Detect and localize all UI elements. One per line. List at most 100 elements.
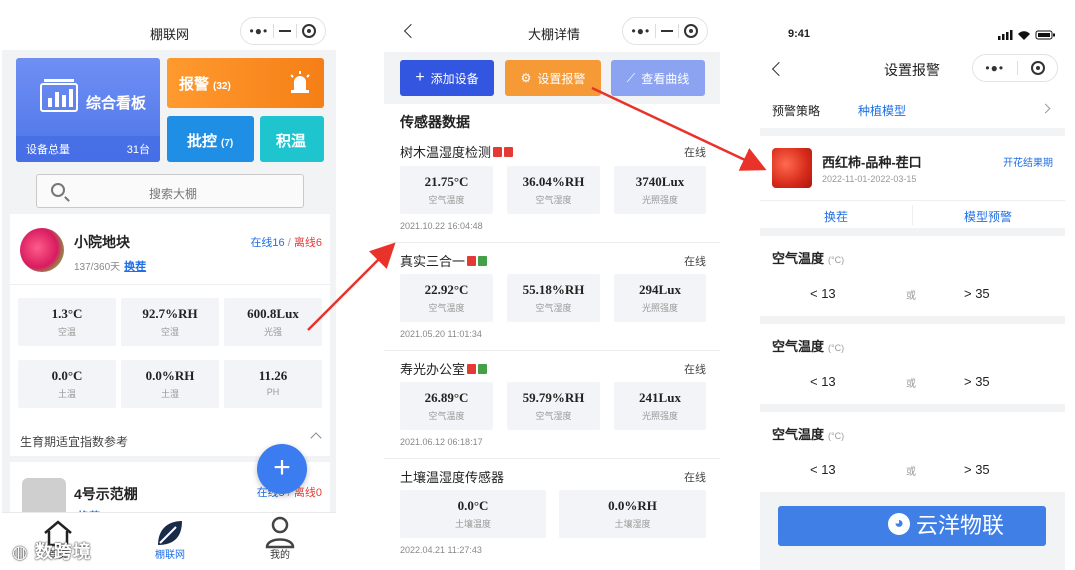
metric-air-temp: 21.75°C 空气温度: [400, 166, 493, 214]
metric-air-humidity: 92.7%RH 空湿: [121, 298, 219, 346]
threshold-title: 空气温度 (°C): [772, 427, 845, 442]
device-total-value: 31台: [126, 144, 150, 156]
growth-stage: 开花结果期: [1003, 158, 1053, 169]
change-crop-button[interactable]: 换茬: [824, 208, 848, 225]
more-icon[interactable]: •●•: [632, 24, 651, 38]
close-target-icon[interactable]: [684, 24, 699, 38]
alarm-count: (32): [213, 81, 231, 92]
model-alarm-button[interactable]: 模型预警: [964, 208, 1012, 225]
crop-actions: 换茬 模型预警: [760, 200, 1065, 228]
plus-icon: +: [415, 69, 425, 86]
change-crop-link[interactable]: 换茬: [124, 261, 146, 273]
or-label: 或: [906, 467, 916, 478]
crop-card: 西红柿-品种-茬口 2022-11-01-2022-03-15 开花结果期 换茬…: [760, 136, 1065, 228]
signal-badge-icon: [467, 255, 477, 266]
device-total: 设备总量 31台: [16, 136, 160, 162]
mini-program-capsule: •●•: [972, 54, 1058, 82]
device-name[interactable]: 土壤温湿度传感器: [400, 467, 504, 486]
title-bar: 9:41 设置报警 •●•: [760, 0, 1065, 92]
mini-program-capsule: •●•: [622, 17, 708, 45]
batch-control-tile[interactable]: 批控 (7): [167, 116, 254, 162]
tab-shed-network-label: 棚联网: [155, 550, 185, 561]
wechat-icon: ◕: [888, 513, 910, 535]
search-placeholder: 搜索大棚: [149, 187, 198, 201]
min-threshold[interactable]: < 13: [810, 374, 836, 389]
search-input[interactable]: 搜索大棚: [36, 174, 304, 208]
device-timestamp: 2021.10.22 16:04:48: [400, 221, 483, 231]
status-time: 9:41: [788, 28, 811, 40]
dragonfruit-image: [20, 228, 64, 272]
metric-air-humidity: 55.18%RH 空气湿度: [507, 274, 600, 322]
alert-badge-icon: [504, 146, 514, 157]
view-curve-button[interactable]: ⟋ 查看曲线: [611, 60, 705, 96]
page-title: 棚联网: [150, 27, 190, 42]
close-target-icon[interactable]: [1030, 61, 1045, 75]
device-name[interactable]: 寿光办公室: [400, 359, 488, 378]
more-icon[interactable]: •●•: [250, 24, 269, 38]
alarm-light-icon: [290, 71, 310, 93]
accumulated-temp-tile[interactable]: 积温: [260, 116, 324, 162]
alarm-tile[interactable]: 报警 (32): [167, 58, 324, 108]
action-bar: + 添加设备 ⚙ 设置报警 ⟋ 查看曲线: [384, 52, 720, 104]
signal-badge-icon: [467, 363, 477, 374]
crop-dates: 2022-11-01-2022-03-15: [822, 174, 917, 184]
watermark: ◕ 云洋物联: [888, 508, 1004, 540]
online-count: 在线16: [250, 237, 285, 249]
add-device-button[interactable]: + 添加设备: [400, 60, 494, 96]
plot-name: 小院地块: [74, 234, 130, 250]
status-icons: [998, 30, 1055, 40]
threshold-card: 空气温度 (°C) < 13 或 > 35: [760, 324, 1065, 404]
accumulated-temp-label: 积温: [276, 133, 307, 150]
metric-ph: 11.26 PH: [224, 360, 322, 408]
minimize-icon[interactable]: [661, 30, 674, 32]
min-threshold[interactable]: < 13: [810, 286, 836, 301]
strategy-row[interactable]: 预警策略 种植模型: [760, 92, 1065, 128]
chevron-right-icon: [1040, 103, 1051, 114]
back-icon[interactable]: [403, 23, 419, 39]
gear-icon: ⚙: [520, 71, 532, 85]
add-plot-button[interactable]: +: [257, 444, 307, 494]
dashboard-tile[interactable]: 综合看板 设备总量 31台: [16, 58, 160, 162]
plot-status: 在线16 / 离线6: [250, 237, 322, 249]
signal-badge-icon: [493, 146, 503, 157]
device-name[interactable]: 树木温湿度检测: [400, 142, 514, 161]
metric-air-temp: 26.89°C 空气温度: [400, 382, 493, 430]
max-threshold[interactable]: > 35: [964, 286, 990, 301]
more-icon[interactable]: •●•: [985, 61, 1004, 75]
tab-me[interactable]: 我的: [240, 513, 320, 570]
threshold-card: 空气温度 (°C) < 13 或 > 35: [760, 412, 1065, 492]
title-bar: 大棚详情 •●•: [384, 0, 720, 50]
chevron-up-icon: [310, 432, 322, 444]
max-threshold[interactable]: > 35: [964, 374, 990, 389]
guide-label: 生育期适宜指数参考: [20, 435, 129, 449]
screen-shed-network: 棚联网 •●• 综合看板 设备总量 31台 报警 (32) 批控 (7) 积温 …: [2, 0, 336, 570]
device-name[interactable]: 真实三合一: [400, 251, 488, 270]
min-threshold[interactable]: < 13: [810, 462, 836, 477]
set-alarm-button[interactable]: ⚙ 设置报警: [505, 60, 601, 96]
device-total-label: 设备总量: [26, 144, 70, 156]
minimize-icon[interactable]: [279, 30, 292, 32]
back-icon[interactable]: [771, 61, 787, 77]
screen-set-alarm: 9:41 设置报警 •●• 预警策略 种植模型 西红柿-品种-茬口 2022-1…: [760, 0, 1065, 570]
alarm-label: 报警 (32): [179, 76, 231, 93]
max-threshold[interactable]: > 35: [964, 462, 990, 477]
crop-name: 西红柿-品种-茬口: [822, 155, 922, 170]
metric-air-humidity: 59.79%RH 空气湿度: [507, 382, 600, 430]
device-status: 在线: [684, 472, 706, 484]
tab-shed-network[interactable]: 棚联网: [130, 513, 210, 570]
section-title: 传感器数据: [400, 114, 470, 130]
or-label: 或: [906, 379, 916, 390]
device-status: 在线: [684, 364, 706, 376]
threshold-card: 空气温度 (°C) < 13 或 > 35: [760, 236, 1065, 316]
metric-soil-humidity: 0.0%RH 土湿: [121, 360, 219, 408]
strategy-value: 种植模型: [858, 104, 907, 118]
plot-card[interactable]: 小院地块 137/360天 换茬 在线16 / 离线6 1.3°C 空温 92.7%…: [10, 214, 330, 424]
metric-light: 600.8Lux 光强: [224, 298, 322, 346]
metric-light: 241Lux 光照强度: [614, 382, 706, 430]
metric-light: 3740Lux 光照强度: [614, 166, 706, 214]
screen-shed-detail: 大棚详情 •●• + 添加设备 ⚙ 设置报警 ⟋ 查看曲线 传感器数据 树木温湿度检测…: [384, 0, 720, 570]
dashboard-label: 综合看板: [86, 95, 147, 112]
page-title: 设置报警: [884, 62, 940, 78]
user-icon: [265, 516, 295, 549]
close-target-icon[interactable]: [302, 24, 317, 38]
